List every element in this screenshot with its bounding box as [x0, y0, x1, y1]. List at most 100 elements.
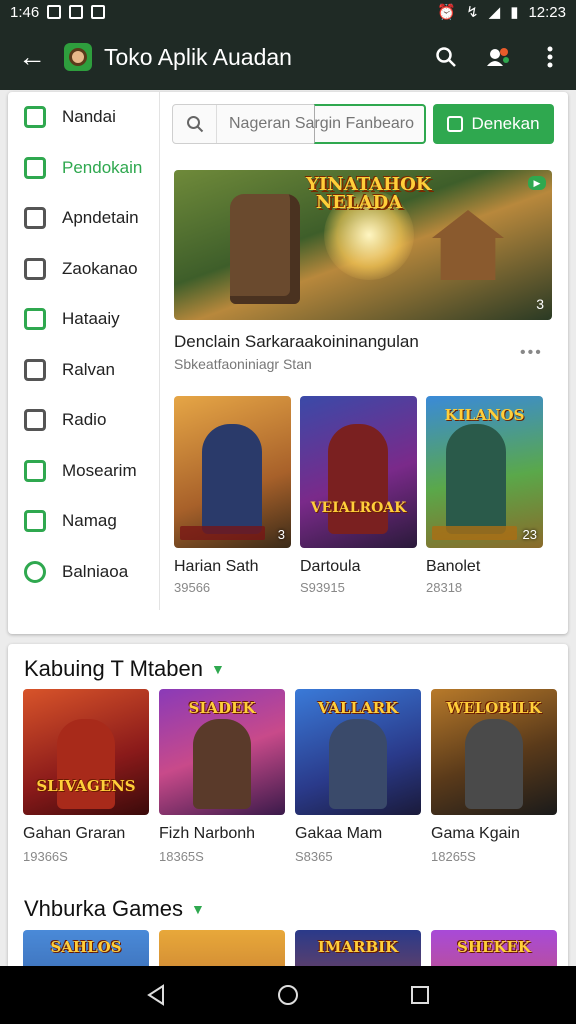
game-card[interactable]: VALLARK Gakaa Mam S8365 [295, 689, 421, 864]
game-card[interactable]: SHEKEK [431, 930, 557, 966]
game-thumb-title: SAHLOS [50, 938, 122, 956]
game-name: Gama Kgain [431, 825, 520, 842]
note-icon [24, 510, 46, 533]
featured-badge: 3 [536, 296, 544, 312]
banner-temple [432, 210, 504, 280]
sidebar-item-active[interactable]: Pendokain [8, 143, 159, 194]
sidebar-item-label: Ralvan [62, 359, 115, 379]
sidebar-item-label: Pendokain [62, 157, 143, 177]
play-icon: ▶ [528, 176, 546, 190]
character-figure [446, 424, 506, 534]
app-badge: 23 [522, 527, 537, 542]
grid-icon [24, 358, 46, 381]
download-button[interactable]: Denekan [433, 104, 554, 144]
sidebar-item-label: Namag [62, 511, 117, 531]
app-card[interactable]: KILANOS 23 Banolet 28318 [426, 396, 543, 596]
featured-subtitle: Sbkeatfaoniniagr Stan [174, 356, 312, 372]
app-thumb-title: KILANOS [444, 406, 525, 424]
game-thumbnail: WELOBILK [431, 689, 557, 815]
character-figure [465, 719, 523, 809]
featured-title[interactable]: Denclain Sarkaraakoininangulan [174, 332, 419, 352]
character-figure [202, 424, 262, 534]
app-card[interactable]: 3 Harian Sath 39566 [174, 396, 291, 596]
nav-back-icon[interactable] [136, 975, 176, 1015]
section-heading[interactable]: Kabuing T Mtaben ▼ [24, 656, 225, 682]
chevron-down-icon: ▼ [190, 901, 205, 917]
game-thumbnail: SAHLOS [23, 930, 149, 966]
thumb-tag [432, 526, 517, 540]
section-title: Kabuing T Mtaben [24, 656, 203, 681]
game-thumb-title: SIADEK [188, 699, 256, 717]
app-grid: 3 Harian Sath 39566 VEIALROAK Dartoula S… [174, 396, 554, 596]
sidebar-item[interactable]: Balniaoa [8, 547, 159, 598]
character-figure [328, 424, 388, 534]
game-count: 18265S [431, 849, 476, 864]
app-thumbnail: KILANOS 23 [426, 396, 543, 548]
main-panel: Nandai Pendokain Apndetain Zaokanao Hata… [8, 92, 568, 634]
nav-home-icon[interactable] [268, 975, 308, 1015]
featured-banner[interactable]: YINATAHOK NELADA ▶ 3 [174, 170, 552, 320]
tag-icon [24, 308, 46, 331]
alarm-icon: ⏰ [437, 4, 457, 21]
game-thumbnail: IMARBIK [295, 930, 421, 966]
nav-recents-icon[interactable] [400, 975, 440, 1015]
app-title: Toko Aplik Auadan [104, 43, 292, 70]
status-time-left: 1:46 [10, 3, 40, 21]
chevron-down-icon: ▼ [211, 661, 225, 677]
battery-icon: ▮ [510, 4, 519, 21]
banner-robot [230, 194, 300, 304]
app-name: Dartoula [300, 558, 361, 575]
search-icon[interactable] [173, 105, 217, 143]
app-card[interactable]: VEIALROAK Dartoula S93915 [300, 396, 417, 596]
game-thumb-title: IMARBIK [317, 938, 399, 956]
sidebar-item-label: Balniaoa [62, 561, 129, 581]
game-name: Gakaa Mam [295, 825, 383, 842]
clock-icon [24, 560, 46, 583]
game-name: Gahan Graran [23, 825, 126, 842]
download-button-label: Denekan [471, 114, 540, 133]
app-notification-icon [91, 5, 106, 19]
more-options-icon[interactable]: ••• [520, 344, 543, 362]
game-thumbnail: SHEKEK [431, 930, 557, 966]
game-card[interactable] [159, 930, 285, 966]
sidebar-item-home[interactable]: Nandai [8, 92, 159, 143]
thumb-tag [180, 526, 265, 540]
sidebar-item[interactable]: Ralvan [8, 345, 159, 396]
sidebar-item-label: Radio [62, 410, 107, 430]
account-icon[interactable] [472, 24, 524, 90]
app-badge: 3 [277, 527, 285, 542]
app-count: 28318 [426, 580, 463, 595]
sidebar-item[interactable]: Hataaiy [8, 294, 159, 345]
app-thumbnail: VEIALROAK [300, 396, 417, 548]
signal-icon: ◢ [488, 4, 501, 21]
chart-icon [24, 257, 46, 280]
app-count: 39566 [174, 580, 211, 595]
section-heading[interactable]: Vhburka Games ▼ [24, 896, 205, 922]
game-name: Fizh Narbonh [159, 825, 256, 842]
sidebar-item-label: Mosearim [62, 460, 137, 480]
game-row: SAHLOS IMARBIK SHEKEK [23, 930, 557, 966]
radio-icon [24, 409, 46, 432]
more-options-icon[interactable] [524, 24, 576, 90]
sidebar-item-label: Nandai [62, 107, 116, 127]
sidebar-item[interactable]: Zaokanao [8, 244, 159, 295]
game-thumbnail: SIADEK [159, 689, 285, 815]
game-card[interactable]: WELOBILK Gama Kgain 18265S [431, 689, 557, 864]
search-icon[interactable] [420, 24, 472, 90]
edit-icon [24, 156, 46, 179]
game-thumb-title: SHEKEK [457, 938, 531, 956]
sidebar-item[interactable]: Apndetain [8, 193, 159, 244]
sidebar-item[interactable]: Namag [8, 496, 159, 547]
game-count: S8365 [295, 849, 333, 864]
sidebar-item[interactable]: Mosearim [8, 446, 159, 497]
game-card[interactable]: IMARBIK [295, 930, 421, 966]
back-arrow-icon[interactable]: ← [0, 24, 64, 90]
game-card[interactable]: SLIVAGENS Gahan Graran 19366S [23, 689, 149, 864]
game-card[interactable]: SAHLOS [23, 930, 149, 966]
sidebar-item-label: Zaokanao [62, 258, 138, 278]
square-icon [24, 207, 46, 230]
featured-logo: YINATAHOK NELADA [306, 174, 432, 213]
sidebar-item[interactable]: Radio [8, 395, 159, 446]
section-title: Vhburka Games [24, 896, 183, 921]
game-card[interactable]: SIADEK Fizh Narbonh 18365S [159, 689, 285, 864]
